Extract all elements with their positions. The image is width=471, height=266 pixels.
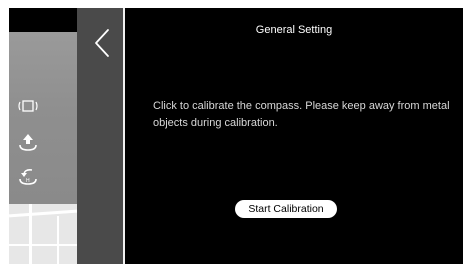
start-calibration-button[interactable]: Start Calibration [235, 200, 337, 218]
divider [123, 8, 125, 264]
return-home-icon[interactable]: H [17, 166, 39, 186]
settings-panel: General Setting Click to calibrate the c… [77, 8, 463, 264]
takeoff-icon[interactable] [17, 132, 39, 152]
app-screen: H General Setting Click to calibrate the… [9, 8, 463, 264]
top-strip [9, 8, 77, 32]
background-app-view: H [9, 8, 77, 264]
chevron-left-icon [95, 29, 109, 57]
back-button[interactable] [91, 26, 113, 60]
gimbal-icon[interactable] [17, 96, 39, 116]
svg-text:H: H [26, 178, 30, 184]
back-strip [77, 8, 123, 264]
mini-map[interactable] [9, 204, 77, 264]
camera-view: H [9, 32, 77, 204]
page-title: General Setting [255, 24, 333, 36]
calibration-message: Click to calibrate the compass. Please k… [153, 100, 450, 129]
